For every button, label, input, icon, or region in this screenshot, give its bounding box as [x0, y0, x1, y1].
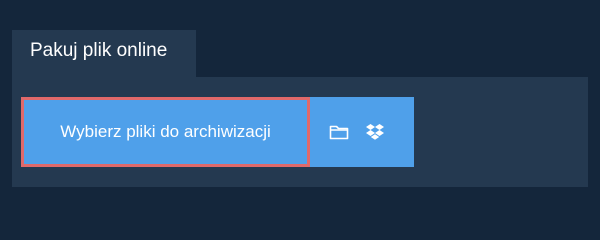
choose-files-label: Wybierz pliki do archiwizacji: [60, 122, 271, 141]
tab-pack-file-online[interactable]: Pakuj plik online: [12, 30, 196, 77]
upload-source-icons: [310, 97, 414, 167]
dropbox-icon[interactable]: [365, 123, 385, 141]
upload-button-group: Wybierz pliki do archiwizacji: [21, 97, 414, 167]
choose-files-button[interactable]: Wybierz pliki do archiwizacji: [21, 97, 310, 167]
tab-label: Pakuj plik online: [30, 40, 168, 61]
folder-icon[interactable]: [329, 124, 349, 140]
